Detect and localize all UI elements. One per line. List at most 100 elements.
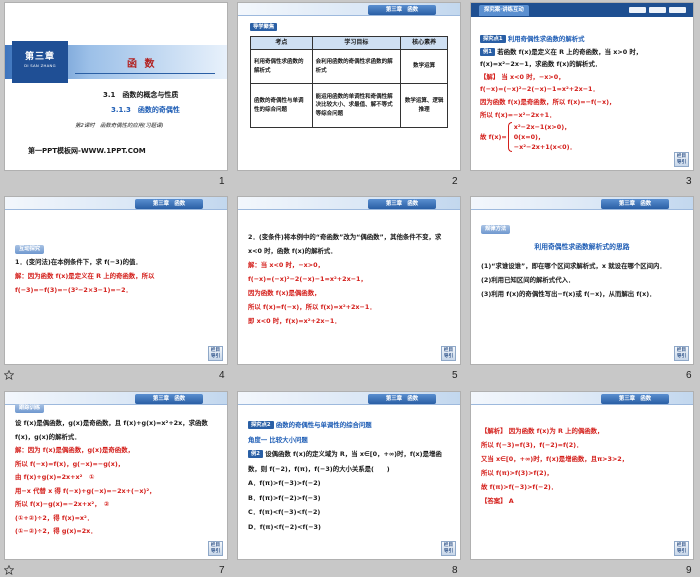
table-header-row: 考点 学习目标 核心素养 [250,36,448,50]
piecewise-case: −x²−2x+1(x<0)． [513,143,576,152]
example-text: 若函数 f(x)是定义在 R 上的奇函数，当 x>0 时，f(x)=x²−2x−… [480,47,643,69]
choice-option: A．f(π)>f(−3)>f(−2) [248,479,321,487]
point-heading: 探究点2 函数的奇偶性与单调性的综合问题 [248,418,452,433]
slide-header-bar: 探究案·讲练互动 [471,3,693,17]
example-badge: 例2 [248,450,263,458]
section-header-label: 探究案·讲练互动 [479,5,529,16]
chapter-tab: 第三章 函数 [368,5,436,15]
answer-text: 解：因为函数 f(x)是定义在 R 上的奇函数，所以 f(−3)=−f(3)=−… [15,272,155,294]
piecewise-prefix: 故 f(x)= [480,132,507,141]
table-header-cell: 核心素养 [400,36,448,50]
angle-heading: 角度一 比较大小问题 [248,433,452,448]
table-row: 函数的奇偶性与单调性的综合问题 能运用函数的单调性和奇偶性解决比较大小、求最值、… [250,83,448,128]
list-item: (2)利用已知区间的解析式代入． [481,276,575,284]
piecewise-case: 0(x=0)， [513,133,545,142]
slide-number: 3 [686,176,692,187]
slide-number: 6 [686,370,692,381]
table-header-cell: 考点 [250,36,313,50]
question-text: 设 f(x)是偶函数，g(x)是奇函数，且 f(x)+g(x)=x²+2x，求函… [15,419,208,441]
analysis-text: 因为函数 f(x)为 R 上的偶函数， [508,427,604,435]
answer-line: 所以 f(x)−g(x)=−2x+x²， ② [15,500,110,508]
analysis-label: 【解析】 [481,427,507,435]
slide-number: 5 [452,370,458,381]
table-cell: 函数的奇偶性与单调性的综合问题 [250,83,313,128]
analysis-line: 【解析】 因为函数 f(x)为 R 上的偶函数， [481,424,685,438]
section-badge: 导学聚焦 [250,23,278,31]
point-badge: 探究点2 [248,421,274,429]
choice-option: D．f(π)<f(−2)<f(−3) [248,522,321,531]
example-paragraph: 例2 设偶函数 f(x)的定义域为 R，当 x∈[0，+∞)时，f(x)是增函数… [248,447,452,476]
slide-thumbnail-5[interactable]: 第三章 函数 2．(变条件)将本例中的“奇函数”改为“偶函数”，其他条件不变，求… [238,197,460,364]
example-badge: 例1 [480,47,495,56]
section-title: 3.1 函数的概念与性质 [103,91,179,99]
analysis-line: 所以 f(π)>f(3)>f(2)， [481,469,553,477]
answer-line: (①−②)÷2，得 g(x)=2x． [15,527,97,535]
slide-thumbnail-4[interactable]: 第三章 函数 互动探究 1．(变问法)在本例条件下，求 f(−3)的值． 解：因… [5,197,227,364]
objectives-table: 考点 学习目标 核心素养 利用奇偶性求函数的解析式 会利用函数的奇偶性求函数的解… [250,36,448,128]
answer-line: (①+②)÷2，得 f(x)=x²． [15,513,94,522]
answer-value: A [508,497,514,505]
brace-symbol [507,122,512,153]
nav-guide-button: 栏目导引 [441,541,456,556]
slide-thumbnail-8[interactable]: 第三章 函数 探究点2 函数的奇偶性与单调性的综合问题 角度一 比较大小问题 例… [238,392,460,559]
nav-guide-button: 栏目导引 [674,152,689,167]
chapter-pinyin: DI SAN ZHANG [24,63,56,68]
point-title: 利用奇偶性求函数的解析式 [507,35,585,43]
answer-line: 即 x<0 时，f(x)=x²+2x−1． [248,317,341,325]
slide-body: 探究点1 利用奇偶性求函数的解析式 例1 若函数 f(x)是定义在 R 上的奇函… [480,33,686,153]
table-cell: 数学运算、逻辑推理 [400,83,448,128]
list-item: (3)利用 f(x)的奇偶性写出−f(x)或 f(−x)，从而解出 f(x)． [481,290,656,298]
nav-guide-button: 栏目导引 [441,346,456,361]
table-header-cell: 学习目标 [311,36,402,50]
slide-thumbnail-9[interactable]: 第三章 函数 【解析】 因为函数 f(x)为 R 上的偶函数， 所以 f(−3)… [471,392,693,559]
table-cell: 数学运算 [400,49,448,84]
slide-thumbnail-6[interactable]: 第三章 函数 规律方法 利用奇偶性求函数解析式的思路 (1)“求谁设谁”，即在哪… [471,197,693,364]
solution-label: 【解】 [480,72,500,81]
answer-line: 所以 f(x)=f(−x)，所以 f(x)=x²+2x−1． [248,303,376,311]
table-cell: 会利用函数的奇偶性求函数的解析式 [311,49,402,84]
angle-title: 比较大小问题 [269,435,308,444]
answer-line: 解：当 x<0 时，−x>0， [248,261,324,269]
answer-line: 用−x 代替 x 得 f(−x)+g(−x)=−2x+(−x)²， [15,486,156,495]
answer-label: 【答案】 [481,497,507,505]
slide-body: 2．(变条件)将本例中的“奇函数”改为“偶函数”，其他条件不变，求 x<0 时，… [248,230,452,328]
slide-thumbnail-2[interactable]: 第三章 函数 导学聚焦 考点 学习目标 核心素养 利用奇偶性求函数的解析式 会利… [238,3,460,170]
piecewise-case: x²−2x−1(x>0)， [513,123,571,132]
chapter-tab: 第三章 函数 [135,394,203,404]
header-mini-button [629,7,646,13]
lesson-subtitle: 第2课时 函数奇偶性的应用(习题课) [75,123,164,129]
slide-number: 9 [686,565,692,576]
table-cell: 利用奇偶性求函数的解析式 [250,49,313,84]
chapter-tab: 第三章 函数 [601,394,669,404]
star-outline-icon[interactable] [4,370,14,380]
slide-number: 7 [219,565,225,576]
answer-line: 解：因为 f(x)是偶函数，g(x)是奇函数， [15,446,134,454]
point-heading: 探究点1 利用奇偶性求函数的解析式 [480,33,686,46]
solution-line: f(−x)=(−x)²−2(−x)−1=x²+2x−1． [480,85,599,94]
section-badge: 跟踪训练 [15,404,45,413]
analysis-line: 又当 x∈[0，+∞)时，f(x)是增函数，且π>3>2， [481,455,629,463]
point-title: 函数的奇偶性与单调性的综合问题 [275,421,372,429]
nav-guide-button: 栏目导引 [674,541,689,556]
star-outline-icon[interactable] [4,565,14,575]
example-text: 设偶函数 f(x)的定义域为 R，当 x∈[0，+∞)时，f(x)是增函数，则 … [248,450,442,473]
section-badge: 规律方法 [481,225,511,234]
nav-guide-button: 栏目导引 [208,346,223,361]
slide-thumbnail-7[interactable]: 第三章 函数 跟踪训练 设 f(x)是偶函数，g(x)是奇函数，且 f(x)+g… [5,392,227,559]
analysis-line: 故 f(π)>f(−3)>f(−2)． [481,483,558,491]
list-item: (1)“求谁设谁”，即在哪个区间求解析式，x 就设在哪个区间内． [481,262,666,270]
badge-row: 互动探究 [15,241,219,255]
slide-thumbnail-1[interactable]: 第三章 DI SAN ZHANG 函 数 3.1 函数的概念与性质 3.1.3 … [5,3,227,170]
slide-body: 【解析】 因为函数 f(x)为 R 上的偶函数， 所以 f(−3)=f(3)，f… [481,424,685,508]
example-paragraph: 例1 若函数 f(x)是定义在 R 上的奇函数，当 x>0 时，f(x)=x²−… [480,46,686,71]
piecewise-function: 故 f(x)= x²−2x−1(x>0)， 0(x=0)， −x²−2x+1(x… [480,122,686,153]
piecewise-cases: x²−2x−1(x>0)， 0(x=0)， −x²−2x+1(x<0)． [514,122,576,152]
slide-body: 设 f(x)是偶函数，g(x)是奇函数，且 f(x)+g(x)=x²+2x，求函… [15,417,219,539]
solution-line: 所以 f(x)=−x²−2x+1． [480,110,556,119]
angle-label: 角度一 [248,435,268,444]
website-credit: 第一PPT模板网-WWW.1PPT.COM [28,147,146,155]
table-cell: 能运用函数的单调性和奇偶性解决比较大小、求最值、解不等式等综合问题 [311,83,402,128]
choice-option: C．f(π)<f(−3)<f(−2) [248,508,321,516]
slide-thumbnail-3[interactable]: 探究案·讲练互动 探究点1 利用奇偶性求函数的解析式 例1 若函数 f(x)是定… [471,3,693,170]
answer-line: 由 f(x)+g(x)=2x+x² ① [15,473,95,481]
